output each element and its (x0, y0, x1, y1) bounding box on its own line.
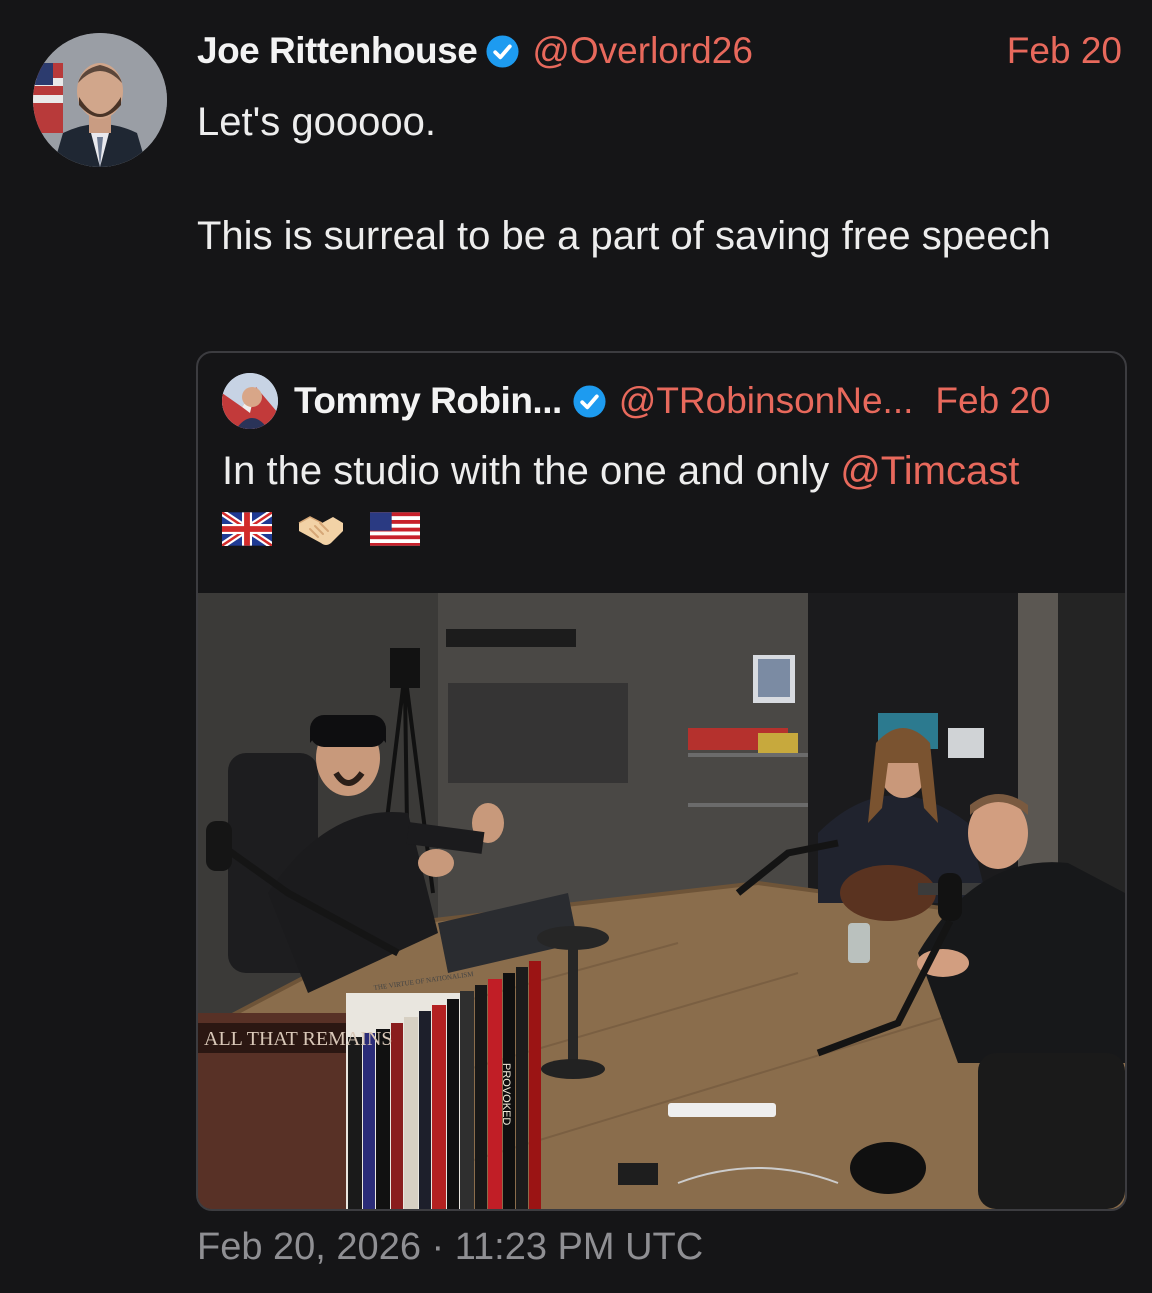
tweet-timestamp[interactable]: Feb 20, 2026 · 11:23 PM UTC (197, 1226, 703, 1269)
author-avatar[interactable] (33, 33, 167, 167)
quoted-header: Tommy Robin... @TRobinsonNe... Feb 20 (222, 373, 1102, 429)
verified-badge-icon (485, 34, 520, 69)
uk-flag-icon (220, 509, 274, 551)
quoted-author-name[interactable]: Tommy Robin... (294, 380, 562, 422)
tweet: Joe Rittenhouse @Overlord26 Feb 20 Let's… (0, 0, 1152, 1293)
emoji-row (220, 509, 420, 554)
tweet-header: Joe Rittenhouse @Overlord26 Feb 20 (197, 28, 1122, 74)
us-flag-icon (370, 512, 420, 551)
author-name[interactable]: Joe Rittenhouse (197, 30, 478, 72)
handshake-icon (296, 509, 346, 554)
author-handle[interactable]: @Overlord26 (532, 30, 753, 72)
verified-badge-icon (572, 384, 607, 419)
quoted-author-handle[interactable]: @TRobinsonNe... (619, 380, 914, 422)
quoted-date[interactable]: Feb 20 (935, 380, 1050, 422)
quoted-text: In the studio with the one and only @Tim… (222, 449, 1019, 494)
quoted-avatar[interactable] (222, 373, 278, 429)
tweet-date[interactable]: Feb 20 (1007, 30, 1122, 72)
tweet-text: Let's gooooo. This is surreal to be a pa… (197, 100, 1051, 258)
quoted-tweet[interactable]: Tommy Robin... @TRobinsonNe... Feb 20 In… (196, 351, 1127, 1211)
mention-link[interactable]: @Timcast (840, 449, 1019, 493)
book-title-all-that-remains: ALL THAT REMAINS (204, 1028, 393, 1050)
book-title-provoked: PROVOKED (500, 1063, 512, 1125)
quoted-photo[interactable]: ALL THAT REMAINS PROVOKED THE VIRTUE OF … (198, 593, 1125, 1209)
quoted-text-body: In the studio with the one and only (222, 449, 841, 493)
